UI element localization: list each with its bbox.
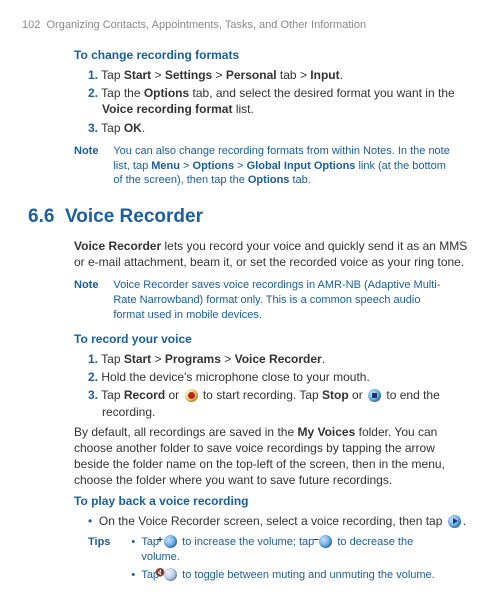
step-1: 1. Tap Start > Settings > Personal tab >… (88, 67, 472, 83)
play-icon (448, 515, 461, 528)
note-label: Note (74, 144, 110, 159)
rec-step-3: 3. Tap Record or to start recording. Tap… (88, 387, 472, 419)
tips: Tips • Tap to increase the volume; tap t… (88, 535, 472, 586)
note-label: Note (74, 278, 110, 293)
subhead-change-formats: To change recording formats (74, 47, 472, 63)
page-header: 102 Organizing Contacts, Appointments, T… (22, 18, 472, 33)
chapter-title: Organizing Contacts, Appointments, Tasks… (46, 19, 366, 31)
my-voices-paragraph: By default, all recordings are saved in … (74, 424, 472, 489)
subhead-record-voice: To record your voice (74, 331, 472, 347)
step-2: 2. Tap the Options tab, and select the d… (88, 85, 472, 117)
rec-step-1: 1. Tap Start > Programs > Voice Recorder… (88, 351, 472, 367)
playback-bullet: • On the Voice Recorder screen, select a… (88, 513, 472, 529)
intro-paragraph: Voice Recorder lets you record your voic… (74, 238, 472, 270)
note-text: Voice Recorder saves voice recordings in… (113, 278, 453, 323)
note-2: Note Voice Recorder saves voice recordin… (74, 278, 472, 323)
section-heading: 6.6 Voice Recorder (28, 204, 472, 230)
volume-down-icon (319, 535, 332, 548)
stop-icon (368, 389, 381, 402)
note-1: Note You can also change recording forma… (74, 144, 472, 189)
page-number: 102 (22, 19, 40, 31)
volume-up-icon (164, 535, 177, 548)
step-3: 3. Tap OK. (88, 120, 472, 136)
tips-label: Tips (88, 535, 118, 550)
record-icon (185, 389, 198, 402)
mute-icon (164, 568, 177, 581)
subhead-playback: To play back a voice recording (74, 493, 472, 509)
tips-text: • Tap to increase the volume; tap to dec… (121, 535, 441, 586)
rec-step-2: 2. Hold the device's microphone close to… (88, 369, 472, 385)
note-text: You can also change recording formats fr… (113, 144, 453, 189)
